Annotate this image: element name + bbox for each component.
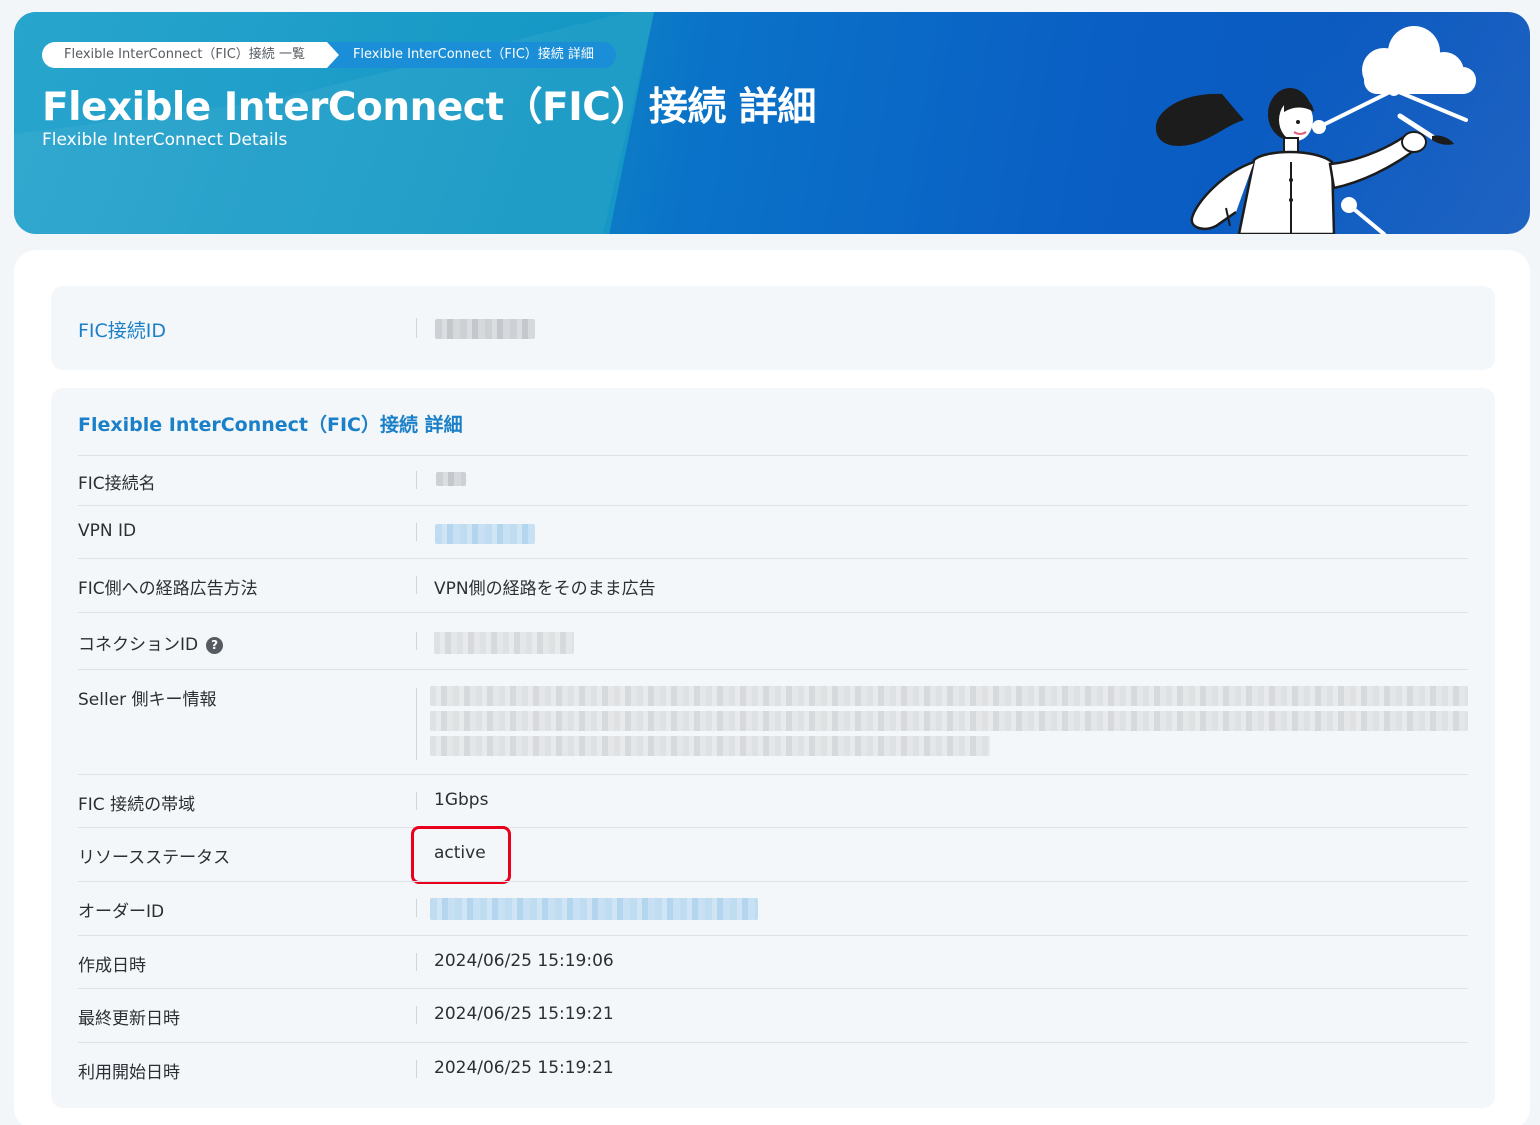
row-label: FIC接続名	[78, 474, 156, 494]
detail-row-seller-key: Seller 側キー情報	[78, 669, 1468, 774]
order-id-link-redacted[interactable]	[430, 898, 758, 920]
fic-connection-detail-panel: Flexible InterConnect（FIC）接続 詳細 FIC接続名 V…	[51, 388, 1495, 1108]
vertical-divider	[416, 1060, 417, 1078]
vertical-divider	[416, 471, 417, 489]
breadcrumb-item-current: Flexible InterConnect（FIC）接続 詳細	[326, 42, 616, 68]
fic-connection-id-label: FIC接続ID	[78, 320, 167, 342]
detail-row-route-advertisement: FIC側への経路広告方法 VPN側の経路をそのまま広告	[78, 558, 1468, 612]
row-label: VPN ID	[78, 521, 137, 541]
row-label: リソースステータス	[78, 848, 231, 868]
vertical-divider	[416, 899, 417, 917]
detail-card: FIC接続ID Flexible InterConnect（FIC）接続 詳細 …	[14, 250, 1530, 1125]
detail-row-vpn-id: VPN ID	[78, 505, 1468, 558]
help-icon[interactable]: ?	[206, 637, 224, 654]
bandwidth-value: 1Gbps	[434, 790, 489, 810]
row-label: 最終更新日時	[78, 1009, 180, 1029]
detail-row-updated-at: 最終更新日時 2024/06/25 15:19:21	[78, 988, 1468, 1042]
status-highlight-box	[411, 826, 511, 884]
detail-row-connection-name: FIC接続名	[78, 455, 1468, 505]
page-subtitle: Flexible InterConnect Details	[42, 130, 288, 150]
updated-at-value: 2024/06/25 15:19:21	[434, 1004, 614, 1024]
route-advertisement-value: VPN側の経路をそのまま広告	[434, 579, 656, 599]
fic-connection-id-panel: FIC接続ID	[51, 286, 1495, 370]
row-label: オーダーID	[78, 902, 165, 922]
breadcrumb-item-list[interactable]: Flexible InterConnect（FIC）接続 一覧	[42, 42, 339, 68]
detail-row-resource-status: リソースステータス active	[78, 826, 1468, 884]
row-label: 作成日時	[78, 956, 146, 976]
started-at-value: 2024/06/25 15:19:21	[434, 1058, 614, 1078]
connection-id-label: コネクションID	[78, 635, 199, 655]
vertical-divider	[416, 632, 417, 650]
row-label: コネクションID?	[78, 630, 224, 655]
connection-name-value-redacted	[436, 472, 466, 486]
vertical-divider	[416, 523, 417, 541]
detail-row-bandwidth: FIC 接続の帯域 1Gbps	[78, 774, 1468, 827]
detail-row-connection-id: コネクションID?	[78, 612, 1468, 669]
vpn-id-link-redacted[interactable]	[435, 524, 535, 544]
row-label: FIC側への経路広告方法	[78, 579, 258, 599]
detail-row-order-id: オーダーID	[78, 881, 1468, 935]
vertical-divider	[416, 688, 417, 760]
vertical-divider	[416, 953, 417, 971]
row-label: Seller 側キー情報	[78, 690, 217, 710]
page-title: Flexible InterConnect（FIC）接続 詳細	[42, 85, 816, 130]
seller-key-value-redacted-line-3	[430, 736, 990, 756]
vertical-divider	[416, 318, 417, 338]
woman-drawing-network-illustration	[1155, 26, 1476, 234]
section-title: Flexible InterConnect（FIC）接続 詳細	[78, 414, 463, 436]
row-label: FIC 接続の帯域	[78, 795, 196, 815]
connection-id-value-redacted	[434, 632, 574, 654]
vertical-divider	[416, 1006, 417, 1024]
detail-row-created-at: 作成日時 2024/06/25 15:19:06	[78, 935, 1468, 988]
seller-key-value-redacted-line-2	[430, 711, 1468, 731]
breadcrumb: Flexible InterConnect（FIC）接続 一覧 Flexible…	[42, 42, 616, 68]
row-label: 利用開始日時	[78, 1063, 180, 1083]
vertical-divider	[416, 576, 417, 594]
fic-connection-id-value-redacted	[435, 319, 535, 339]
created-at-value: 2024/06/25 15:19:06	[434, 951, 614, 971]
seller-key-value-redacted-line-1	[430, 686, 1468, 706]
vertical-divider	[416, 792, 417, 810]
detail-row-started-at: 利用開始日時 2024/06/25 15:19:21	[78, 1042, 1468, 1096]
hero-banner: Flexible InterConnect（FIC）接続 一覧 Flexible…	[14, 12, 1530, 234]
